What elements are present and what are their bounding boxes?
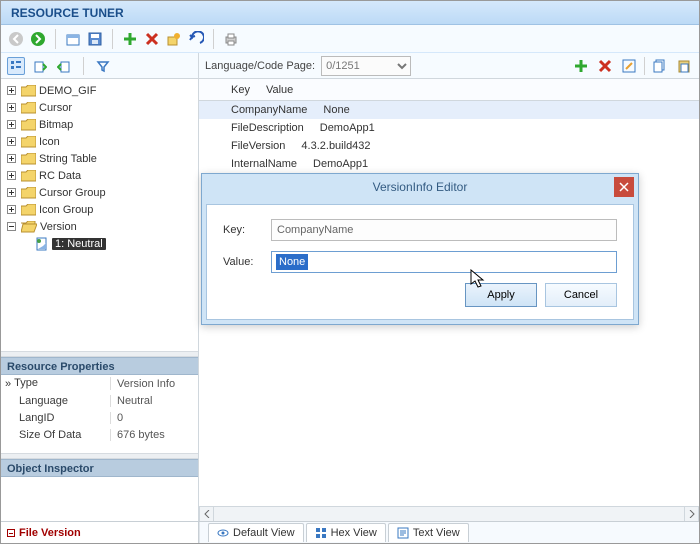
tree-item-icon-group[interactable]: Icon Group [5,201,196,218]
tab-hex-view[interactable]: Hex View [306,523,386,542]
resource-properties: »TypeVersion Info LanguageNeutral LangID… [1,375,198,443]
main-toolbar [1,25,699,53]
expand-icon[interactable] [7,188,16,197]
apply-button[interactable]: Apply [465,283,537,307]
edit-resource-icon[interactable] [165,30,183,48]
dialog-title: VersionInfo Editor [202,174,638,200]
filter-icon[interactable] [94,57,112,75]
bottom-bar: File Version Default View Hex View Text … [1,521,699,543]
edit-lang-icon[interactable] [620,57,638,75]
tree-item-cursor-group[interactable]: Cursor Group [5,184,196,201]
left-panel: DEMO_GIF Cursor Bitmap Icon String Table… [1,53,199,521]
tree-item-cursor[interactable]: Cursor [5,99,196,116]
value-label: Value: [223,256,263,268]
tree-item-version[interactable]: Version [5,218,196,235]
folder-open-icon [21,221,37,233]
expand-icon[interactable] [7,86,16,95]
open-file-icon[interactable] [64,30,82,48]
folder-icon [21,119,36,131]
add-lang-icon[interactable] [572,57,590,75]
kv-header-key[interactable]: Key [223,84,258,96]
tree-item-demo-gif[interactable]: DEMO_GIF [5,82,196,99]
tree-toolbar [1,53,198,79]
kv-header: Key Value [199,79,699,101]
folder-icon [21,204,36,216]
resource-properties-header: Resource Properties [1,357,198,375]
forward-icon[interactable] [29,30,47,48]
prop-row-type: »TypeVersion Info [1,375,198,392]
minus-box-icon [7,529,15,537]
folder-icon [21,187,36,199]
tree-view-icon[interactable] [7,57,25,75]
kv-row[interactable]: FileDescriptionDemoApp1 [199,119,699,137]
eye-icon [217,527,229,539]
print-icon[interactable] [222,30,240,48]
expand-icon[interactable] [7,205,16,214]
object-inspector [1,477,198,521]
tab-default-view[interactable]: Default View [208,523,304,542]
scroll-left-icon[interactable] [199,507,214,521]
expand-icon[interactable] [7,154,16,163]
copy-icon[interactable] [651,57,669,75]
export-icon[interactable] [31,57,49,75]
kv-header-value[interactable]: Value [258,84,301,96]
folder-icon [21,153,36,165]
prop-row-language: LanguageNeutral [1,392,198,409]
app-titlebar: RESOURCE TUNER [1,1,699,25]
import-icon[interactable] [55,57,73,75]
folder-icon [21,102,36,114]
expand-icon[interactable] [7,103,16,112]
folder-icon [21,170,36,182]
cancel-button[interactable]: Cancel [545,283,617,307]
tree-item-string-table[interactable]: String Table [5,150,196,167]
tree-item-bitmap[interactable]: Bitmap [5,116,196,133]
undo-icon[interactable] [187,30,205,48]
expand-icon[interactable] [7,171,16,180]
save-file-icon[interactable] [86,30,104,48]
delete-lang-icon[interactable] [596,57,614,75]
text-icon [397,527,409,539]
prop-row-size: Size Of Data676 bytes [1,426,198,443]
folder-icon [21,136,36,148]
tree-item-rc-data[interactable]: RC Data [5,167,196,184]
kv-table[interactable]: CompanyNameNone FileDescriptionDemoApp1 … [199,101,699,173]
expand-icon[interactable] [7,137,16,146]
expand-icon[interactable] [7,120,16,129]
language-label: Language/Code Page: [205,60,315,72]
back-icon[interactable] [7,30,25,48]
kv-row[interactable]: CompanyNameNone [199,101,699,119]
key-label: Key: [223,224,263,236]
value-input[interactable]: None [271,251,617,273]
close-button[interactable] [614,177,634,197]
file-version-tab[interactable]: File Version [1,522,199,543]
object-inspector-header: Object Inspector [1,459,198,477]
prop-row-langid: LangID0 [1,409,198,426]
add-icon[interactable] [121,30,139,48]
paste-icon[interactable] [675,57,693,75]
tree-item-version-neutral[interactable]: 1: Neutral [5,235,196,252]
chevron-right-icon: » [5,378,11,390]
scroll-right-icon[interactable] [684,507,699,521]
language-select[interactable]: 0/1251 [321,56,411,76]
horizontal-scrollbar[interactable] [199,506,699,521]
language-toolbar: Language/Code Page: 0/1251 [199,53,699,79]
tree-item-icon[interactable]: Icon [5,133,196,150]
versioninfo-editor-dialog: VersionInfo Editor Key: Value: None Appl… [201,173,639,325]
folder-icon [21,85,36,97]
collapse-icon[interactable] [7,222,16,231]
delete-icon[interactable] [143,30,161,48]
tab-text-view[interactable]: Text View [388,523,469,542]
close-icon [619,182,629,192]
page-icon [35,237,49,251]
key-input[interactable] [271,219,617,241]
kv-row[interactable]: InternalNameDemoApp1 [199,155,699,173]
view-tabs: Default View Hex View Text View [199,522,699,543]
kv-row[interactable]: FileVersion4.3.2.build432 [199,137,699,155]
grid-icon [315,527,327,539]
resource-tree[interactable]: DEMO_GIF Cursor Bitmap Icon String Table… [1,79,198,351]
